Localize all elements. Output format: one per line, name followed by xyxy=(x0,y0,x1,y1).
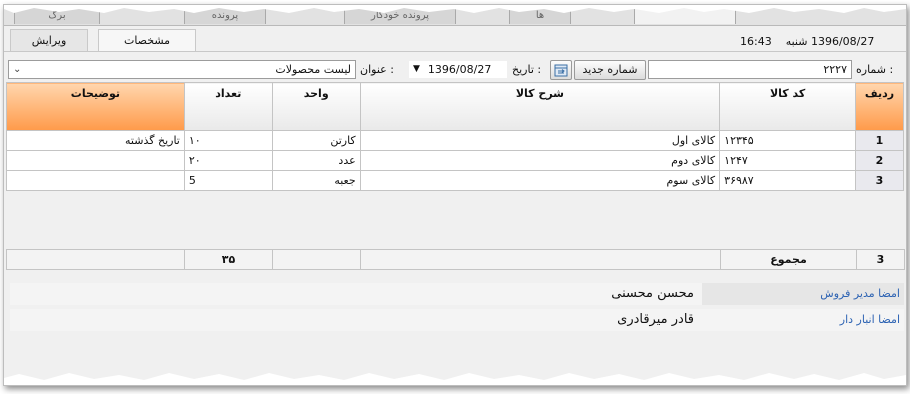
cell-code[interactable]: ۳۶۹۸۷ xyxy=(719,170,857,191)
number-field[interactable]: ۲۲۲۷ xyxy=(648,60,852,79)
col-row-header[interactable]: ردیف xyxy=(855,82,904,131)
cell-unit[interactable]: جعبه xyxy=(271,170,361,191)
table-row[interactable]: 2 ۱۲۴۷ کالای دوم عدد ۲۰ xyxy=(6,150,904,171)
date-label: تاریخ : xyxy=(512,63,542,76)
chevron-down-icon[interactable]: ⌄ xyxy=(13,61,21,78)
calendar-button[interactable] xyxy=(550,60,572,80)
title-label: عنوان : xyxy=(360,63,394,76)
cell-desc[interactable]: کالای اول xyxy=(359,130,721,151)
table-header-row: ردیف کد کالا شرح کالا واحد تعداد توضیحات xyxy=(6,82,904,131)
cell-desc[interactable]: کالای سوم xyxy=(359,170,721,191)
cell-note[interactable] xyxy=(6,150,185,171)
calendar-icon xyxy=(554,64,568,80)
torn-edge-bottom xyxy=(4,373,906,385)
signature-sales-manager: امضا مدیر فروش محسن محسنی xyxy=(10,283,904,305)
header-time: 16:43 xyxy=(740,35,772,48)
cell-code[interactable]: ۱۲۳۴۵ xyxy=(719,130,857,151)
app-window: برگ پرونده پرونده خودکار ها ویرایش مشخصا… xyxy=(3,4,907,386)
signature-warehouse: امضا انبار دار قادر میرقادری xyxy=(10,309,904,331)
tab-details[interactable]: مشخصات xyxy=(98,29,196,51)
col-desc-header[interactable]: شرح کالا xyxy=(359,82,721,131)
footer-total-label: مجموع xyxy=(720,249,857,270)
header-date: 1396/08/27 xyxy=(810,35,875,48)
date-field[interactable]: ▼ 1396/08/27 xyxy=(408,60,508,79)
signature-label-sales[interactable]: امضا مدیر فروش xyxy=(820,287,900,300)
torn-edge-top xyxy=(4,5,906,13)
row-number[interactable]: 1 xyxy=(855,130,904,151)
tab-edit[interactable]: ویرایش xyxy=(10,29,88,51)
footer-total-qty: ۳۵ xyxy=(184,249,273,270)
header-datetime: 1396/08/27 شنبه 16:43 xyxy=(740,35,874,48)
items-grid: ردیف کد کالا شرح کالا واحد تعداد توضیحات… xyxy=(6,82,905,270)
table-row[interactable]: 1 ۱۲۳۴۵ کالای اول کارتن ۱۰ تاریخ گذشته xyxy=(6,130,904,151)
cell-note[interactable] xyxy=(6,170,185,191)
footer-empty-unit xyxy=(272,249,361,270)
new-number-button[interactable]: شماره جدید xyxy=(574,60,646,80)
footer-empty-note xyxy=(6,249,185,270)
items-table: ردیف کد کالا شرح کالا واحد تعداد توضیحات… xyxy=(6,82,904,191)
row-number[interactable]: 3 xyxy=(855,170,904,191)
date-value: 1396/08/27 xyxy=(427,63,492,76)
cell-code[interactable]: ۱۲۴۷ xyxy=(719,150,857,171)
cell-unit[interactable]: کارتن xyxy=(271,130,361,151)
table-row[interactable]: 3 ۳۶۹۸۷ کالای سوم جعبه 5 xyxy=(6,170,904,191)
signature-name-sales: محسن محسنی xyxy=(611,286,694,301)
title-select[interactable]: ⌄ لیست محصولات xyxy=(8,60,356,79)
signature-name-warehouse: قادر میرقادری xyxy=(617,312,694,327)
footer-row-count: 3 xyxy=(856,249,905,270)
col-qty-header[interactable]: تعداد xyxy=(183,82,273,131)
cell-qty[interactable]: ۱۰ xyxy=(183,130,273,151)
signature-label-warehouse[interactable]: امضا انبار دار xyxy=(840,313,900,326)
title-value: لیست محصولات xyxy=(275,63,351,76)
row-number[interactable]: 2 xyxy=(855,150,904,171)
date-dropdown-icon[interactable]: ▼ xyxy=(413,61,420,78)
top-tab-strip: برگ پرونده پرونده خودکار ها xyxy=(4,5,906,26)
cell-desc[interactable]: کالای دوم xyxy=(359,150,721,171)
number-label: شماره : xyxy=(856,63,894,76)
cell-qty[interactable]: 5 xyxy=(183,170,273,191)
col-code-header[interactable]: کد کالا xyxy=(719,82,857,131)
grid-footer: 3 مجموع ۳۵ xyxy=(6,249,905,270)
cell-qty[interactable]: ۲۰ xyxy=(183,150,273,171)
col-note-header[interactable]: توضیحات xyxy=(6,82,185,131)
cell-unit[interactable]: عدد xyxy=(271,150,361,171)
col-unit-header[interactable]: واحد xyxy=(271,82,361,131)
header-day: شنبه xyxy=(785,35,808,48)
footer-empty-desc xyxy=(360,249,721,270)
cell-note[interactable]: تاریخ گذشته xyxy=(6,130,185,151)
